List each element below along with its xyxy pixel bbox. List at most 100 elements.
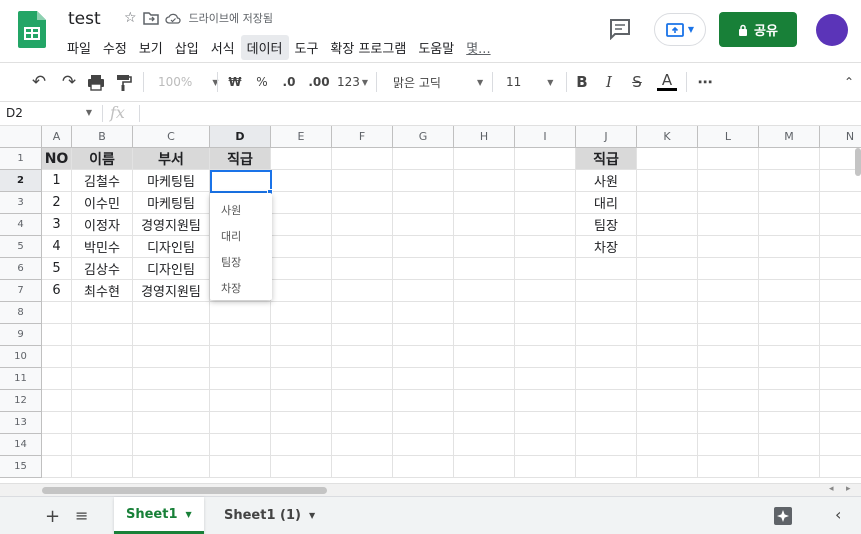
- menu-last-edit[interactable]: 몇...: [460, 35, 496, 60]
- print-icon[interactable]: [86, 71, 106, 93]
- cell-a4[interactable]: 3: [42, 214, 72, 236]
- redo-icon[interactable]: ↷: [58, 71, 80, 93]
- cell-n11[interactable]: [820, 368, 861, 390]
- cell-h12[interactable]: [454, 390, 515, 412]
- cell-c3[interactable]: 마케팅팀: [133, 192, 210, 214]
- text-color-button[interactable]: A: [657, 71, 677, 93]
- cell-m12[interactable]: [759, 390, 820, 412]
- cell-b5[interactable]: 박민수: [72, 236, 133, 258]
- cell-b6[interactable]: 김상수: [72, 258, 133, 280]
- menu-file[interactable]: 파일: [61, 35, 97, 60]
- cell-l1[interactable]: [698, 148, 759, 170]
- cell-h14[interactable]: [454, 434, 515, 456]
- cell-h6[interactable]: [454, 258, 515, 280]
- cell-i6[interactable]: [515, 258, 576, 280]
- cell-d9[interactable]: [210, 324, 271, 346]
- cell-m8[interactable]: [759, 302, 820, 324]
- cell-a14[interactable]: [42, 434, 72, 456]
- cell-c14[interactable]: [133, 434, 210, 456]
- avatar[interactable]: [816, 14, 848, 46]
- cell-n14[interactable]: [820, 434, 861, 456]
- share-button[interactable]: 공유: [719, 12, 797, 47]
- cell-l13[interactable]: [698, 412, 759, 434]
- horizontal-scroll-thumb[interactable]: [42, 487, 327, 494]
- cell-b13[interactable]: [72, 412, 133, 434]
- cell-m10[interactable]: [759, 346, 820, 368]
- cell-f9[interactable]: [332, 324, 393, 346]
- cell-n15[interactable]: [820, 456, 861, 478]
- cell-m7[interactable]: [759, 280, 820, 302]
- cell-c15[interactable]: [133, 456, 210, 478]
- cell-j6[interactable]: [576, 258, 637, 280]
- cell-d8[interactable]: [210, 302, 271, 324]
- italic-button[interactable]: I: [601, 71, 617, 93]
- column-header-i[interactable]: I: [515, 126, 576, 148]
- cell-f1[interactable]: [332, 148, 393, 170]
- horizontal-scrollbar[interactable]: ◂ ▸: [0, 483, 861, 496]
- cell-i7[interactable]: [515, 280, 576, 302]
- menu-extensions[interactable]: 확장 프로그램: [324, 35, 412, 60]
- column-header-d[interactable]: D: [210, 126, 271, 148]
- cell-h8[interactable]: [454, 302, 515, 324]
- all-sheets-icon[interactable]: ≡: [75, 506, 88, 525]
- cell-e12[interactable]: [271, 390, 332, 412]
- column-header-c[interactable]: C: [133, 126, 210, 148]
- cell-j13[interactable]: [576, 412, 637, 434]
- cell-i1[interactable]: [515, 148, 576, 170]
- cell-a1[interactable]: NO: [42, 148, 72, 170]
- row-header-15[interactable]: 15: [0, 456, 42, 478]
- cell-l12[interactable]: [698, 390, 759, 412]
- column-header-l[interactable]: L: [698, 126, 759, 148]
- column-header-a[interactable]: A: [42, 126, 72, 148]
- cell-e11[interactable]: [271, 368, 332, 390]
- cell-l11[interactable]: [698, 368, 759, 390]
- cell-k9[interactable]: [637, 324, 698, 346]
- cell-a13[interactable]: [42, 412, 72, 434]
- cell-d10[interactable]: [210, 346, 271, 368]
- cell-k6[interactable]: [637, 258, 698, 280]
- cell-b7[interactable]: 최수현: [72, 280, 133, 302]
- cell-h11[interactable]: [454, 368, 515, 390]
- cell-b9[interactable]: [72, 324, 133, 346]
- cell-j5[interactable]: 차장: [576, 236, 637, 258]
- cell-f2[interactable]: [332, 170, 393, 192]
- cell-d13[interactable]: [210, 412, 271, 434]
- row-header-12[interactable]: 12: [0, 390, 42, 412]
- cell-n3[interactable]: [820, 192, 861, 214]
- cell-e7[interactable]: [271, 280, 332, 302]
- cell-c2[interactable]: 마케팅팀: [133, 170, 210, 192]
- row-header-7[interactable]: 7: [0, 280, 42, 302]
- cell-h4[interactable]: [454, 214, 515, 236]
- active-cell-border[interactable]: [210, 170, 272, 193]
- cell-n12[interactable]: [820, 390, 861, 412]
- scroll-right-icon[interactable]: ▸: [846, 484, 851, 494]
- menu-view[interactable]: 보기: [133, 35, 169, 60]
- cell-a6[interactable]: 5: [42, 258, 72, 280]
- cell-k12[interactable]: [637, 390, 698, 412]
- menu-data[interactable]: 데이터: [240, 35, 289, 60]
- column-header-h[interactable]: H: [454, 126, 515, 148]
- cell-n6[interactable]: [820, 258, 861, 280]
- cell-b4[interactable]: 이정자: [72, 214, 133, 236]
- row-header-9[interactable]: 9: [0, 324, 42, 346]
- cell-i15[interactable]: [515, 456, 576, 478]
- menu-insert[interactable]: 삽입: [169, 35, 205, 60]
- cell-g2[interactable]: [393, 170, 454, 192]
- dropdown-option[interactable]: 차장: [210, 275, 272, 301]
- side-panel-toggle-icon[interactable]: ‹: [835, 505, 841, 524]
- select-all-corner[interactable]: [0, 126, 42, 148]
- row-header-13[interactable]: 13: [0, 412, 42, 434]
- cell-c7[interactable]: 경영지원팀: [133, 280, 210, 302]
- cell-n5[interactable]: [820, 236, 861, 258]
- cell-l3[interactable]: [698, 192, 759, 214]
- move-folder-icon[interactable]: [142, 11, 159, 25]
- cell-e10[interactable]: [271, 346, 332, 368]
- cell-e8[interactable]: [271, 302, 332, 324]
- cell-m13[interactable]: [759, 412, 820, 434]
- cell-b15[interactable]: [72, 456, 133, 478]
- cell-f4[interactable]: [332, 214, 393, 236]
- cell-f15[interactable]: [332, 456, 393, 478]
- cell-c11[interactable]: [133, 368, 210, 390]
- cell-j15[interactable]: [576, 456, 637, 478]
- cell-m5[interactable]: [759, 236, 820, 258]
